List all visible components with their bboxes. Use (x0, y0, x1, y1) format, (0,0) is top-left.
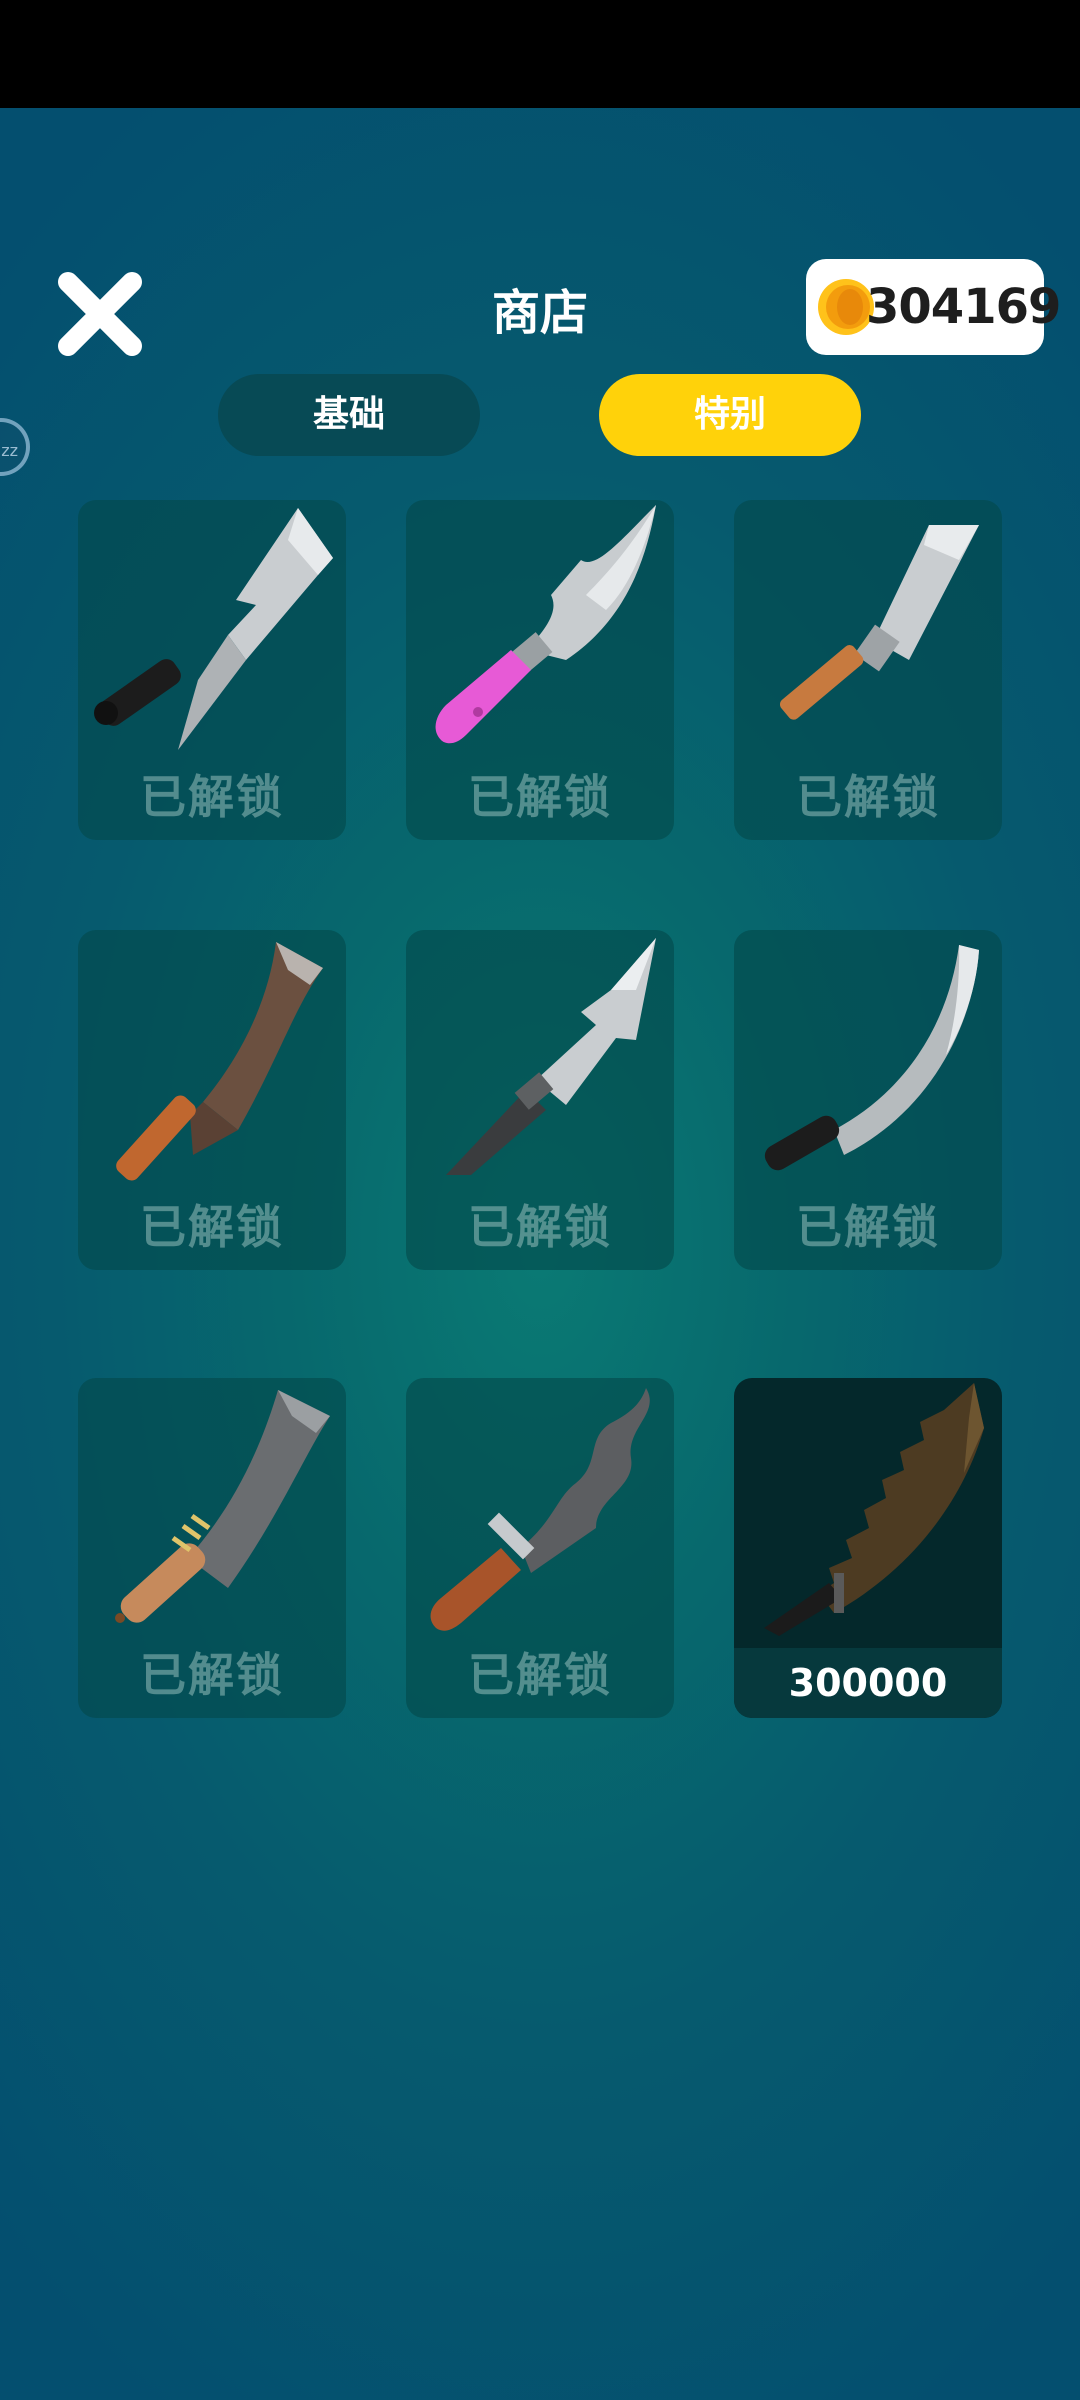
item-status: 已解锁 (796, 770, 940, 824)
close-icon[interactable] (58, 272, 142, 356)
cleaver-knife-icon (94, 508, 333, 750)
page-title: 商店 (491, 285, 588, 341)
shop-item-3[interactable]: 已解锁 (734, 500, 1002, 840)
barbed-knife-icon (446, 938, 656, 1175)
item-status: 已解锁 (140, 1648, 284, 1702)
pink-handle-knife-icon (435, 505, 656, 744)
coin-counter: 304169 (806, 259, 1061, 355)
item-status: 已解锁 (796, 1200, 940, 1254)
status-bar (0, 0, 1080, 108)
shop-item-8[interactable]: 已解锁 (406, 1378, 674, 1718)
item-status: 已解锁 (468, 1648, 612, 1702)
shop-item-2[interactable]: 已解锁 (406, 500, 674, 840)
side-badge[interactable]: zz (0, 418, 30, 476)
shop-item-5[interactable]: 已解锁 (406, 930, 674, 1270)
shop-item-6[interactable]: 已解锁 (734, 930, 1002, 1270)
tab-basic[interactable]: 基础 (218, 374, 480, 456)
tab-special[interactable]: 特别 (599, 374, 861, 456)
shop-item-7[interactable]: 已解锁 (78, 1378, 346, 1718)
wrapped-cleaver-icon (115, 1390, 330, 1623)
curved-blade-icon (764, 945, 979, 1171)
item-status: 已解锁 (140, 1200, 284, 1254)
item-status: 已解锁 (468, 1200, 612, 1254)
chef-knife-icon (779, 525, 979, 720)
serrated-saw-blade-icon (764, 1383, 984, 1636)
rusty-cleaver-icon (116, 942, 323, 1181)
coin-balance: 304169 (866, 279, 1061, 335)
shop-item-4[interactable]: 已解锁 (78, 930, 346, 1270)
item-price: 300000 (788, 1661, 948, 1705)
shop-item-9[interactable]: 300000 (734, 1378, 1002, 1718)
item-status: 已解锁 (468, 770, 612, 824)
item-status: 已解锁 (140, 770, 284, 824)
wavy-kris-icon (430, 1388, 650, 1631)
shop-item-1[interactable]: 已解锁 (78, 500, 346, 840)
